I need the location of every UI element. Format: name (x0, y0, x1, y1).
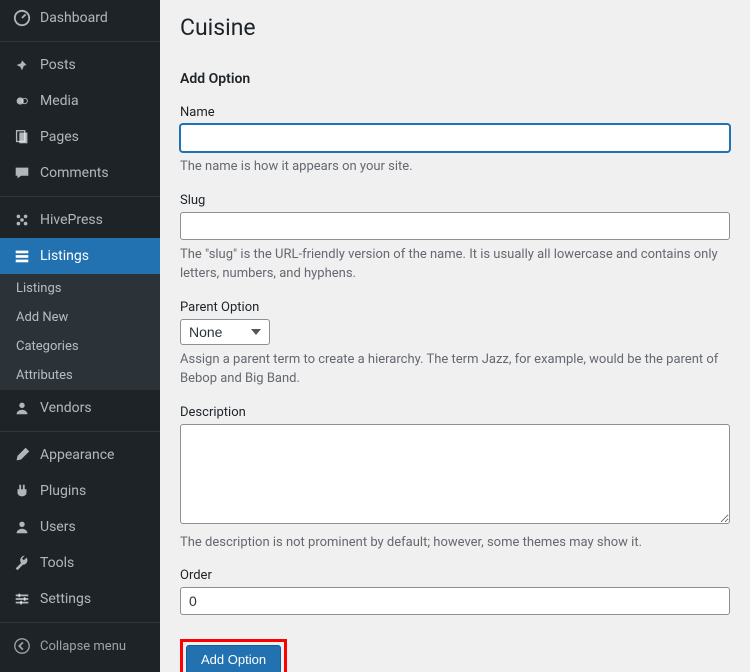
submenu-add-new[interactable]: Add New (0, 303, 160, 332)
sidebar-item-users[interactable]: Users (0, 509, 160, 545)
sidebar-item-media[interactable]: Media (0, 83, 160, 119)
slug-field-wrap: Slug The "slug" is the URL-friendly vers… (180, 193, 730, 284)
menu-label: Settings (40, 591, 91, 607)
parent-help: Assign a parent term to create a hierarc… (180, 350, 730, 389)
menu-label: Appearance (40, 447, 114, 463)
menu-label: HivePress (40, 212, 103, 228)
name-help: The name is how it appears on your site. (180, 157, 730, 177)
menu-label: Users (40, 519, 76, 535)
pin-icon (12, 55, 32, 75)
sidebar-item-comments[interactable]: Comments (0, 155, 160, 191)
order-label: Order (180, 568, 730, 583)
menu-label: Pages (40, 129, 79, 145)
menu-label: Comments (40, 165, 109, 181)
menu-label: Tools (40, 555, 74, 571)
collapse-menu-button[interactable]: Collapse menu (0, 628, 160, 664)
sidebar-item-hivepress[interactable]: HivePress (0, 202, 160, 238)
main-content: Cuisine Add Option Name The name is how … (160, 0, 750, 672)
submenu-categories[interactable]: Categories (0, 332, 160, 361)
collapse-label: Collapse menu (40, 639, 126, 654)
menu-label: Plugins (40, 483, 86, 499)
user-icon (12, 517, 32, 537)
name-label: Name (180, 105, 730, 120)
menu-label: Listings (40, 248, 89, 264)
add-option-button[interactable]: Add Option (186, 645, 281, 672)
dashboard-icon (12, 8, 32, 28)
sidebar-item-tools[interactable]: Tools (0, 545, 160, 581)
admin-sidebar: Dashboard Posts Media Pages Comments Hiv… (0, 0, 160, 672)
description-help: The description is not prominent by defa… (180, 533, 730, 553)
pages-icon (12, 127, 32, 147)
description-textarea[interactable] (180, 424, 730, 524)
settings-icon (12, 589, 32, 609)
description-field-wrap: Description The description is not promi… (180, 405, 730, 553)
collapse-icon (12, 636, 32, 656)
menu-label: Media (40, 93, 79, 109)
slug-help: The "slug" is the URL-friendly version o… (180, 245, 730, 284)
media-icon (12, 91, 32, 111)
slug-label: Slug (180, 193, 730, 208)
page-title: Cuisine (180, 14, 730, 41)
parent-select[interactable]: None (180, 319, 270, 345)
listings-icon (12, 246, 32, 266)
submenu-attributes[interactable]: Attributes (0, 361, 160, 390)
sidebar-item-vendors[interactable]: Vendors (0, 390, 160, 426)
submenu-listings[interactable]: Listings (0, 274, 160, 303)
slug-input[interactable] (180, 212, 730, 240)
order-input[interactable] (180, 587, 730, 615)
sidebar-item-dashboard[interactable]: Dashboard (0, 0, 160, 36)
description-label: Description (180, 405, 730, 420)
wrench-icon (12, 553, 32, 573)
order-field-wrap: Order (180, 568, 730, 615)
plug-icon (12, 481, 32, 501)
comment-icon (12, 163, 32, 183)
brush-icon (12, 445, 32, 465)
sidebar-item-appearance[interactable]: Appearance (0, 437, 160, 473)
submit-highlight: Add Option (180, 639, 287, 672)
sidebar-item-settings[interactable]: Settings (0, 581, 160, 617)
name-field-wrap: Name The name is how it appears on your … (180, 105, 730, 177)
parent-field-wrap: Parent Option None Assign a parent term … (180, 300, 730, 389)
menu-label: Posts (40, 57, 76, 73)
menu-label: Vendors (40, 400, 92, 416)
sidebar-item-listings[interactable]: Listings (0, 238, 160, 274)
name-input[interactable] (180, 124, 730, 152)
sidebar-item-pages[interactable]: Pages (0, 119, 160, 155)
sidebar-item-plugins[interactable]: Plugins (0, 473, 160, 509)
menu-label: Dashboard (40, 10, 108, 26)
sidebar-submenu: Listings Add New Categories Attributes (0, 274, 160, 390)
parent-label: Parent Option (180, 300, 730, 315)
vendor-icon (12, 398, 32, 418)
form-heading: Add Option (180, 71, 730, 87)
hive-icon (12, 210, 32, 230)
sidebar-item-posts[interactable]: Posts (0, 47, 160, 83)
